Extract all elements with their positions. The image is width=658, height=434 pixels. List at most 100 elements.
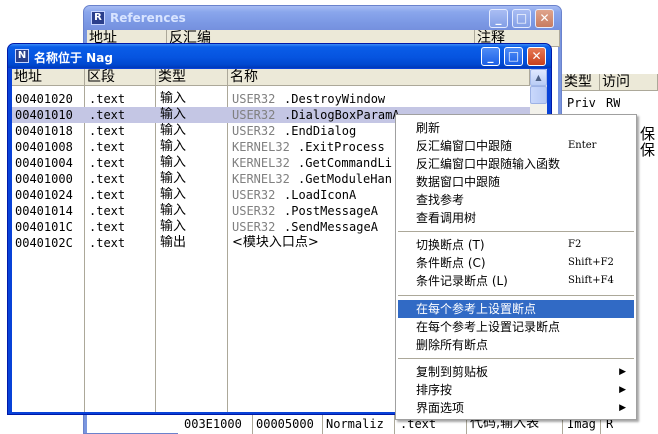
close-button[interactable]: ✕: [535, 9, 554, 28]
menu-item-appearance[interactable]: 界面选项 ▶: [398, 399, 634, 417]
row-type: 输入: [160, 123, 187, 138]
menu-separator: [398, 231, 634, 232]
names-minimize-button[interactable]: _: [481, 47, 500, 66]
row-section: .text: [89, 172, 126, 186]
menu-item-copy-clipboard[interactable]: 复制到剪贴板 ▶: [398, 363, 634, 381]
row-type: 输入: [160, 139, 187, 154]
maximize-icon: □: [515, 11, 528, 25]
maximize-button[interactable]: □: [512, 9, 531, 28]
col-name[interactable]: 名称: [228, 69, 530, 86]
names-titlebar[interactable]: N 名称位于 Nag _ □ ✕: [8, 44, 551, 68]
row-type: 输入: [160, 171, 187, 186]
row-address: 0040101C: [15, 220, 73, 234]
names-close-button[interactable]: ✕: [527, 47, 546, 66]
menu-item-conditional-log-breakpoint[interactable]: 条件记录断点 (L) Shift+F4: [398, 272, 634, 290]
row-function: .GetCommandLi: [298, 156, 392, 170]
row-section: .text: [89, 92, 126, 106]
mem-row-owner: Normaliz: [326, 417, 384, 431]
row-section: .text: [89, 188, 126, 202]
row-function: .GetModuleHan: [298, 172, 392, 186]
row-function: .LoadIconA: [284, 188, 357, 202]
row-module: USER32: [232, 204, 276, 218]
row-function: <模块入口点>: [232, 235, 319, 250]
menu-item-refresh[interactable]: 刷新: [398, 119, 634, 137]
row-module: USER32: [232, 188, 276, 202]
row-section: .text: [89, 124, 126, 138]
row-type: 输入: [160, 107, 187, 122]
row-address: 00401024: [15, 188, 73, 202]
mem-col-type[interactable]: 类型: [562, 74, 600, 91]
submenu-arrow-icon: ▶: [619, 367, 626, 377]
row-address: 00401020: [15, 92, 73, 106]
col-address[interactable]: 地址: [12, 69, 85, 86]
row-function: .DialogBoxParamA: [284, 108, 400, 122]
menu-item-call-tree[interactable]: 查看调用树: [398, 209, 634, 227]
minimize-icon: _: [487, 49, 494, 63]
row-section: .text: [89, 108, 126, 122]
row-function: .EndDialog: [284, 124, 357, 138]
close-icon: ✕: [539, 11, 550, 25]
minimize-button[interactable]: _: [489, 9, 508, 28]
minimize-icon: _: [495, 11, 502, 25]
col-type[interactable]: 类型: [156, 69, 228, 86]
row-module: USER32: [232, 108, 276, 122]
row-type: 输入: [160, 91, 187, 106]
menu-separator: [398, 358, 634, 359]
mem-row-address: 003E1000: [184, 417, 242, 431]
row-function: .SendMessageA: [284, 220, 378, 234]
close-icon: ✕: [531, 49, 542, 63]
mem-type-1: Priv: [567, 96, 596, 110]
row-type: 输入: [160, 187, 187, 202]
menu-item-find-references[interactable]: 查找参考: [398, 191, 634, 209]
row-address: 00401014: [15, 204, 73, 218]
menu-item-follow-dump[interactable]: 数据窗口中跟随: [398, 173, 634, 191]
row-module: KERNEL32: [232, 172, 290, 186]
submenu-arrow-icon: ▶: [619, 385, 626, 395]
names-title: 名称位于 Nag: [34, 51, 113, 65]
scroll-up-button[interactable]: ▲: [530, 69, 547, 86]
row-type: 输入: [160, 219, 187, 234]
menu-item-remove-all-bp[interactable]: 删除所有断点: [398, 336, 634, 354]
menu-item-follow-disasm[interactable]: 反汇编窗口中跟随 Enter: [398, 137, 634, 155]
row-address: 0040102C: [15, 236, 73, 250]
row-section: .text: [89, 140, 126, 154]
names-maximize-button[interactable]: □: [504, 47, 523, 66]
menu-item-conditional-breakpoint[interactable]: 条件断点 (C) Shift+F2: [398, 254, 634, 272]
row-module: KERNEL32: [232, 140, 290, 154]
row-type: 输出: [160, 235, 187, 250]
row-section: .text: [89, 204, 126, 218]
row-function: .DestroyWindow: [284, 92, 386, 106]
mem-col-access[interactable]: 访问: [600, 74, 658, 91]
table-row[interactable]: 00401020 .text 输入 USER32 .DestroyWindow: [12, 91, 530, 107]
submenu-arrow-icon: ▶: [619, 403, 626, 413]
menu-item-set-bp-every-ref[interactable]: 在每个参考上设置断点: [398, 300, 634, 318]
menu-item-toggle-breakpoint[interactable]: 切换断点 (T) F2: [398, 236, 634, 254]
context-menu: 刷新 反汇编窗口中跟随 Enter 反汇编窗口中跟随输入函数 数据窗口中跟随 查…: [395, 114, 637, 420]
maximize-icon: □: [507, 49, 520, 63]
menu-item-sort-by[interactable]: 排序按 ▶: [398, 381, 634, 399]
row-type: 输入: [160, 203, 187, 218]
row-function: .PostMessageA: [284, 204, 378, 218]
menu-item-follow-import[interactable]: 反汇编窗口中跟随输入函数: [398, 155, 634, 173]
row-type: 输入: [160, 155, 187, 170]
row-section: .text: [89, 220, 126, 234]
references-titlebar[interactable]: R References _ □ ✕: [84, 6, 561, 30]
row-module: USER32: [232, 220, 276, 234]
row-address: 00401018: [15, 124, 73, 138]
arrow-up-icon: ▲: [535, 73, 542, 82]
row-address: 00401008: [15, 140, 73, 154]
menu-separator: [398, 295, 634, 296]
mem-access-1: RW: [606, 96, 621, 110]
row-address: 00401010: [15, 108, 73, 122]
col-section[interactable]: 区段: [85, 69, 156, 86]
row-section: .text: [89, 156, 126, 170]
menu-item-set-log-bp-every-ref[interactable]: 在每个参考上设置记录断点: [398, 318, 634, 336]
row-address: 00401000: [15, 172, 73, 186]
row-address: 00401004: [15, 156, 73, 170]
references-title: References: [110, 11, 186, 25]
row-module: KERNEL32: [232, 156, 290, 170]
names-app-icon: N: [15, 49, 29, 63]
scroll-thumb[interactable]: [530, 86, 547, 104]
mem-row-size: 00005000: [256, 417, 314, 431]
row-function: .ExitProcess: [298, 140, 385, 154]
